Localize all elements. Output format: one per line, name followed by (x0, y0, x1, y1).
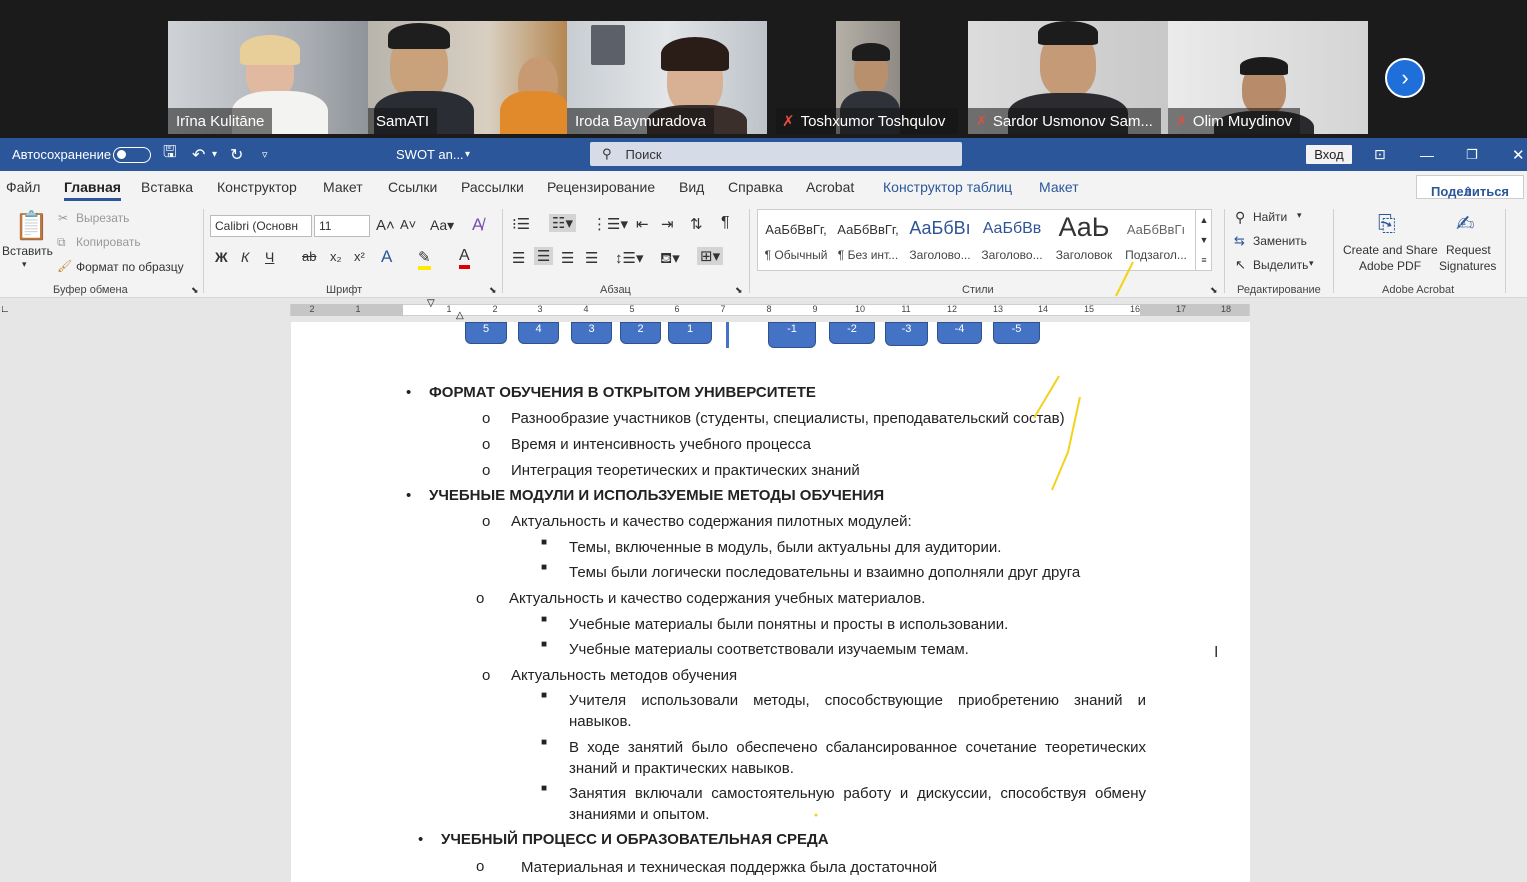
pen-annotations (814, 261, 1134, 817)
annotation-stroke (1033, 375, 1060, 419)
annotation-dot (814, 813, 818, 817)
annotation-stroke (1115, 261, 1134, 297)
text-cursor-icon: I (1214, 644, 1219, 661)
annotation-stroke (1051, 396, 1081, 491)
